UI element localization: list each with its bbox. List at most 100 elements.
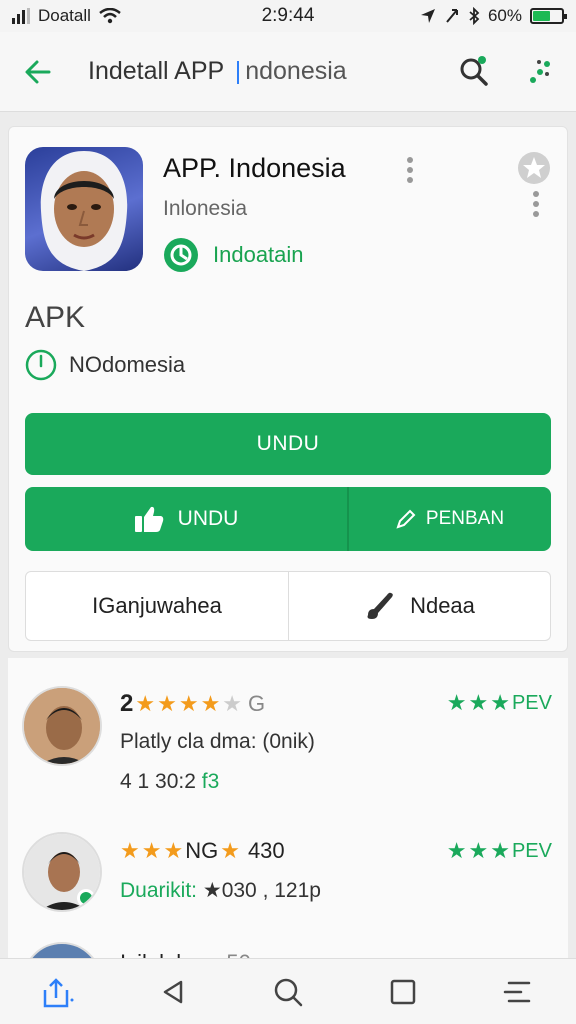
review-badge: ★ ★ ★ PEV	[447, 690, 552, 716]
review-meta: 4 1 30:2 f3	[120, 770, 219, 794]
nav-back-button[interactable]	[143, 967, 203, 1017]
battery-fill	[533, 11, 550, 21]
star-icon: ★	[178, 691, 199, 716]
arrow-left-icon	[25, 60, 51, 83]
bottom-nav-bar	[0, 958, 576, 1024]
thumbs-up-icon	[134, 506, 163, 532]
edit-action-button[interactable]: Ndeaa	[289, 571, 551, 641]
review-text: Duarikit: ★030 , 121p	[120, 878, 321, 903]
reviews-list: 2 ★ ★ ★ ★ ★ G ★ ★ ★ PEV Platly cla dma: …	[8, 658, 568, 958]
download-button-label: UNDU	[256, 432, 320, 455]
app-name: APP. Indonesia	[163, 153, 346, 183]
rating-prefix: 2	[120, 690, 134, 717]
battery-icon	[530, 8, 567, 24]
square-icon	[390, 979, 416, 1004]
share-icon	[43, 977, 74, 1007]
edit-brush-icon	[367, 592, 393, 619]
penban-label: PENBAN	[425, 508, 505, 529]
carrier-name: Doatall	[38, 6, 91, 25]
search-button[interactable]	[454, 52, 494, 92]
title-separator: |	[234, 57, 242, 85]
avatar[interactable]	[22, 832, 102, 912]
star-icon: ★	[446, 690, 467, 715]
page-title-main: Indetall APP	[88, 57, 224, 85]
install-status: Indoatain	[163, 237, 304, 273]
install-status-label: Indoatain	[213, 242, 304, 267]
avatar-portrait	[24, 688, 100, 764]
menu-icon	[504, 981, 531, 1002]
download-split-button[interactable]: UNDU	[25, 487, 347, 551]
review-badge: ★ ★ ★ PEV	[447, 838, 552, 864]
rating-suffix: 430	[247, 838, 285, 863]
review-meta-highlight: f3	[201, 770, 220, 793]
card-menu-button[interactable]	[401, 155, 419, 190]
app-developer[interactable]: Inlonesia	[163, 197, 247, 221]
app-bar: Indetall APP | ndonesia	[0, 32, 576, 112]
vertical-more-icon	[533, 191, 539, 217]
page-title: Indetall APP | ndonesia	[88, 57, 347, 86]
download-button[interactable]: UNDU	[25, 413, 551, 475]
nav-recents-button[interactable]	[373, 967, 433, 1017]
location-icon	[420, 9, 435, 23]
star-icon: ★	[468, 690, 489, 715]
status-bar: Doatall 2:9:44 60%	[0, 0, 576, 32]
review-text-highlight: Duarikit:	[120, 879, 198, 902]
install-badge-icon	[164, 238, 198, 272]
download-split-label: UNDU	[177, 507, 239, 530]
app-icon[interactable]	[25, 147, 143, 271]
app-bar-actions	[454, 52, 560, 92]
secondary-action-button[interactable]: IGanjuwahea	[25, 571, 289, 641]
review-rating-row: ★ ★ ★ NG ★ 430	[120, 838, 285, 864]
region-row: NOdomesia	[25, 349, 185, 381]
review-text: Platly cla dma: (0nik)	[120, 730, 315, 753]
clock-icon	[25, 349, 57, 381]
rating-suffix: G	[248, 691, 266, 716]
edit-action-label: Ndeaa	[410, 593, 475, 618]
alarm-icon	[446, 9, 458, 23]
review-badge-label: PEV	[511, 691, 552, 714]
rating-mid: NG	[185, 838, 219, 863]
review-item[interactable]: 2 ★ ★ ★ ★ ★ G ★ ★ ★ PEV Platly cla dma: …	[8, 658, 568, 818]
search-icon	[460, 55, 488, 86]
review-item[interactable]: ★ ★ ★ NG ★ 430 ★ ★ ★ PEV Duarikit: ★030 …	[8, 818, 568, 938]
star-icon: ★	[468, 838, 489, 863]
card-overflow-button[interactable]	[527, 189, 545, 224]
star-icon: ★	[490, 690, 510, 715]
triangle-back-icon	[163, 980, 183, 1003]
bluetooth-icon	[469, 7, 480, 25]
nav-share-button[interactable]	[28, 967, 88, 1017]
star-icon: ★	[120, 838, 140, 863]
vertical-more-icon	[407, 157, 413, 183]
review-partial-suffix: 50	[226, 950, 250, 958]
avatar-portrait	[24, 834, 100, 910]
secondary-action-label: IGanjuwahea	[92, 593, 222, 618]
review-rating-row: 2 ★ ★ ★ ★ ★ G	[120, 690, 265, 718]
status-right: 60%	[364, 6, 567, 26]
search-icon	[274, 978, 303, 1006]
star-icon: ★	[135, 691, 156, 716]
app-card: APP. Indonesia Inlonesia Indoatain APK N…	[8, 126, 568, 652]
more-button[interactable]	[520, 52, 560, 92]
star-icon: ★	[490, 838, 510, 863]
page-title-sub: ndonesia	[245, 57, 347, 85]
signal-icon	[12, 8, 30, 24]
penban-button[interactable]: PENBAN	[347, 487, 551, 551]
avatar[interactable]	[22, 686, 102, 766]
back-button[interactable]	[16, 50, 60, 94]
wifi-icon	[99, 8, 121, 24]
favorite-button[interactable]	[517, 151, 551, 190]
avatar[interactable]	[22, 942, 102, 958]
star-icon: ★	[220, 838, 240, 863]
star-icon: ★	[446, 838, 467, 863]
review-badge-label: PEV	[511, 839, 552, 862]
region-label: NOdomesia	[69, 352, 186, 377]
nav-menu-button[interactable]	[488, 967, 548, 1017]
nav-search-button[interactable]	[258, 967, 318, 1017]
star-badge-icon	[518, 152, 550, 184]
review-item[interactable]: Isilulalsa 50	[8, 938, 568, 958]
battery-percent: 60%	[487, 6, 522, 25]
star-icon: ★	[141, 838, 162, 863]
pencil-icon	[396, 509, 416, 529]
star-empty-icon: ★	[222, 691, 243, 716]
star-icon: ★	[163, 838, 184, 863]
